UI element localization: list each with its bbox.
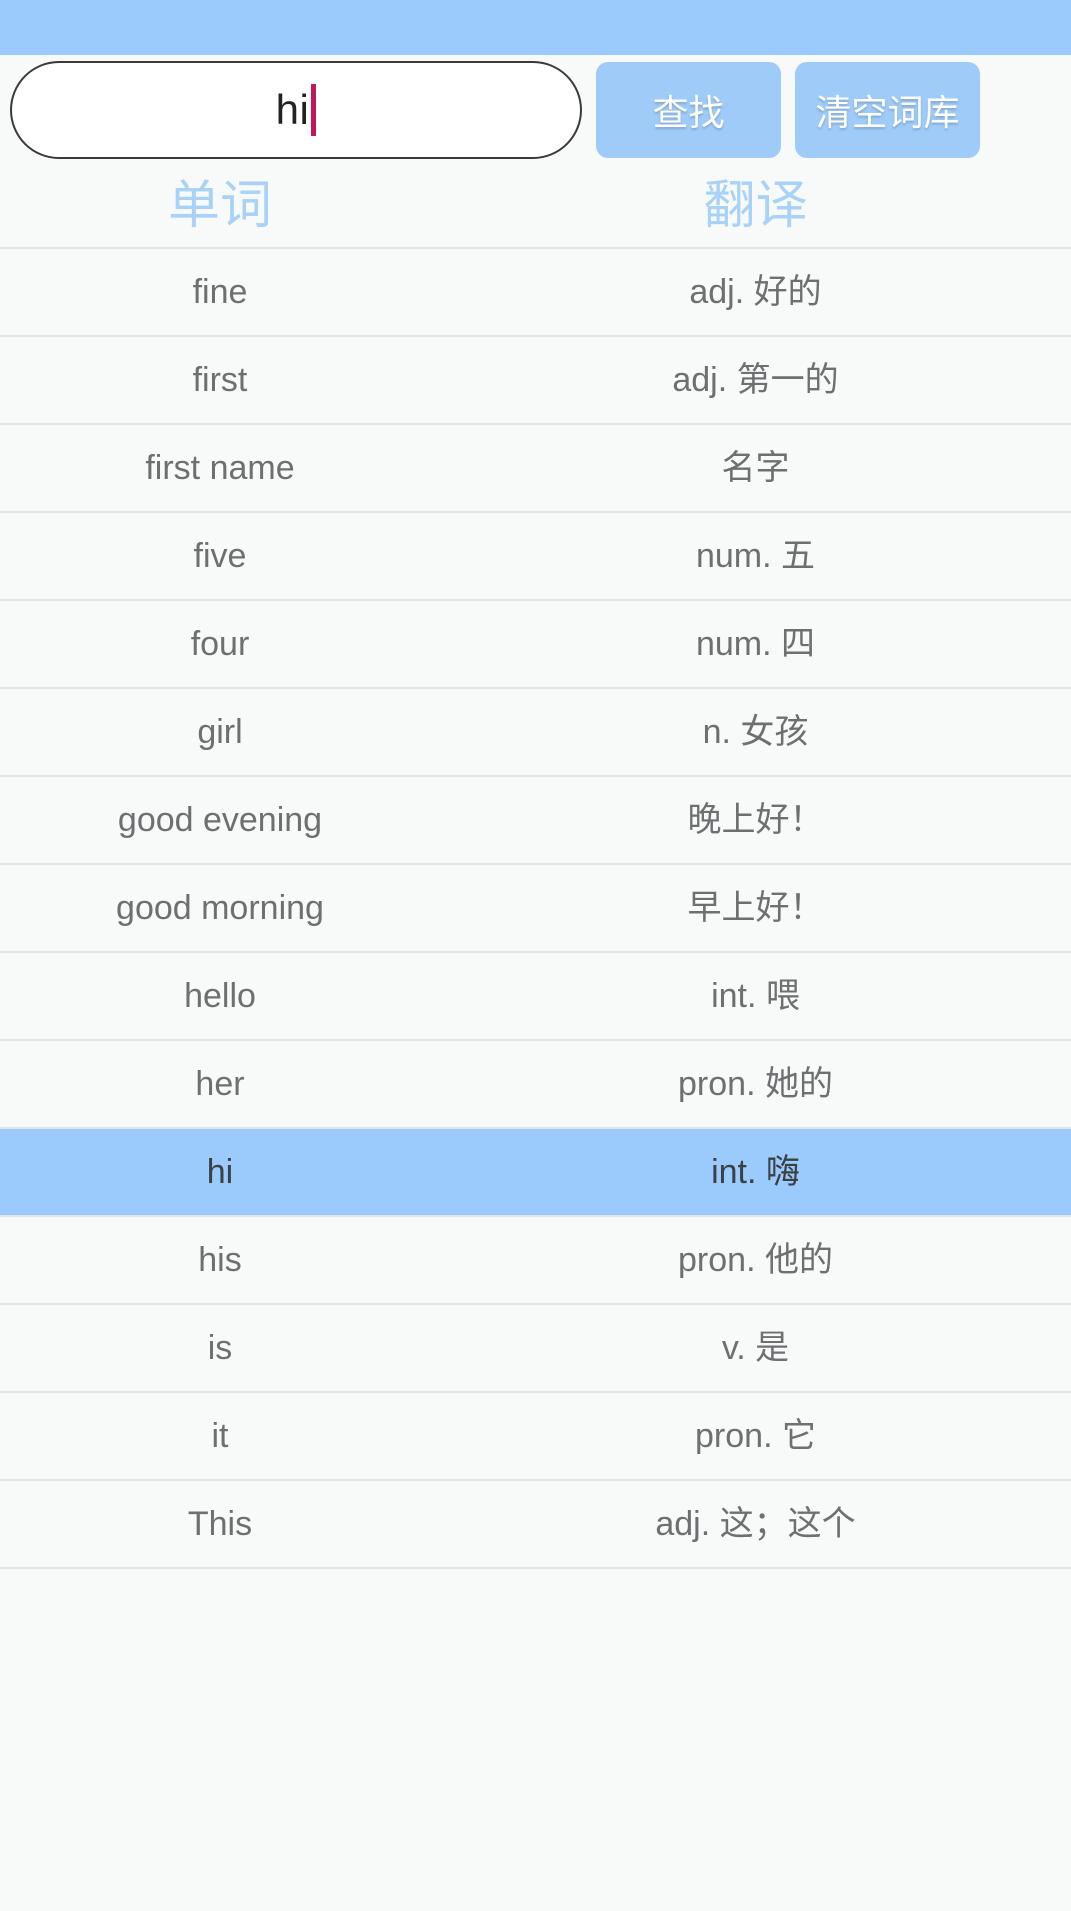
cell-word: first — [192, 361, 248, 399]
text-caret — [311, 84, 317, 136]
cell-translation: 名字 — [721, 449, 790, 487]
cell-word: good evening — [117, 801, 323, 839]
cell-word: first name — [145, 449, 295, 487]
cell-translation: pron. 她的 — [678, 1065, 833, 1103]
table-row[interactable]: it pron. 它 — [0, 1393, 1071, 1481]
status-bar — [0, 0, 1071, 55]
cell-translation: pron. 它 — [695, 1417, 816, 1455]
cell-word: five — [193, 537, 247, 575]
cell-translation: pron. 他的 — [678, 1241, 833, 1279]
table-row[interactable]: fine adj. 好的 — [0, 249, 1071, 337]
cell-word: hello — [184, 977, 256, 1015]
clear-dictionary-button[interactable]: 清空词库 — [795, 62, 980, 158]
search-input[interactable]: hi — [10, 61, 582, 159]
cell-translation: n. 女孩 — [702, 713, 809, 751]
table-row[interactable]: four num. 四 — [0, 601, 1071, 689]
column-header-translation: 翻译 — [703, 177, 808, 235]
search-input-value: hi — [275, 86, 310, 133]
table-row[interactable]: This adj. 这；这个 — [0, 1481, 1071, 1569]
table-row[interactable]: his pron. 他的 — [0, 1217, 1071, 1305]
cell-word: This — [187, 1505, 253, 1543]
cell-translation: adj. 第一的 — [672, 361, 839, 399]
table-row[interactable]: good morning 早上好！ — [0, 865, 1071, 953]
search-toolbar: hi 查找 清空词库 — [0, 55, 1071, 165]
table-row[interactable]: her pron. 她的 — [0, 1041, 1071, 1129]
cell-word: fine — [192, 273, 248, 311]
cell-translation: 早上好！ — [687, 889, 824, 927]
cell-translation: adj. 好的 — [689, 273, 822, 311]
table-row[interactable]: hello int. 喂 — [0, 953, 1071, 1041]
table-row[interactable]: hi int. 嗨 — [0, 1129, 1071, 1217]
cell-word: girl — [197, 713, 243, 751]
word-list[interactable]: fine adj. 好的 first adj. 第一的 first name 名字 five… — [0, 247, 1071, 1911]
cell-word: his — [198, 1241, 242, 1279]
table-column-headers: 单词 翻译 — [0, 165, 1071, 247]
table-row[interactable]: five num. 五 — [0, 513, 1071, 601]
cell-word: it — [211, 1417, 229, 1455]
cell-word: good morning — [116, 889, 324, 927]
cell-word: four — [190, 625, 250, 663]
cell-translation: int. 嗨 — [711, 1153, 800, 1191]
table-row[interactable]: first name 名字 — [0, 425, 1071, 513]
cell-translation: v. 是 — [721, 1329, 790, 1367]
cell-translation: adj. 这；这个 — [655, 1505, 856, 1543]
cell-translation: 晚上好！ — [687, 801, 824, 839]
dictionary-app: hi 查找 清空词库 单词 翻译 fine adj. 好的 first adj. 第一… — [0, 0, 1071, 1911]
cell-word: her — [195, 1065, 245, 1103]
table-row[interactable]: good evening 晚上好！ — [0, 777, 1071, 865]
table-row[interactable]: girl n. 女孩 — [0, 689, 1071, 777]
search-input-content: hi — [276, 84, 317, 136]
cell-translation: int. 喂 — [711, 977, 800, 1015]
column-header-word: 单词 — [167, 177, 272, 235]
table-row[interactable]: is v. 是 — [0, 1305, 1071, 1393]
cell-translation: num. 五 — [695, 537, 816, 575]
search-button[interactable]: 查找 — [596, 62, 781, 158]
table-row[interactable]: first adj. 第一的 — [0, 337, 1071, 425]
cell-word: hi — [206, 1153, 234, 1191]
cell-word: is — [207, 1329, 233, 1367]
cell-translation: num. 四 — [695, 625, 816, 663]
